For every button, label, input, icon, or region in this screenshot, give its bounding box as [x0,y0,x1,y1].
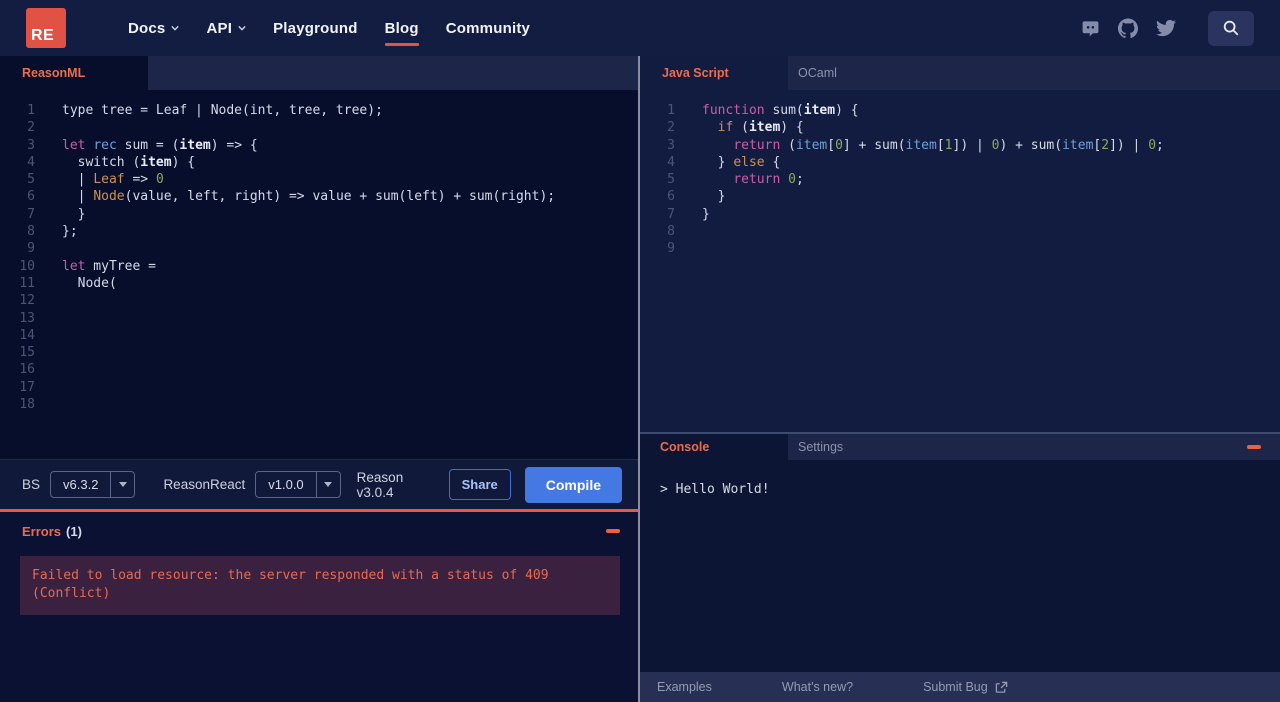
nav-item-community[interactable]: Community [446,20,530,37]
console-output: > Hello World! [640,460,1280,672]
nav-links: Docs API Playground Blog Community [128,20,530,46]
discord-icon[interactable] [1080,18,1100,38]
code-line: 1 type tree = Leaf | Node(int, tree, tree… [27,103,383,118]
code-line: 17 [19,379,35,395]
code-line: 3 return (item[0] + sum(item[1]) | 0) + … [667,137,1164,153]
nav-item-playground[interactable]: Playground [273,20,358,37]
compile-button[interactable]: Compile [524,466,622,503]
bs-version-select[interactable]: v6.3.2 [50,471,136,498]
code-line: 3 let rec sum = (item) => { [27,137,258,153]
tab-console[interactable]: Console [640,434,788,460]
errors-title: Errors [22,523,62,539]
chevron-down-icon [315,472,340,497]
code-line: 8 [667,224,675,240]
logo-text: RE [31,27,55,44]
reasonreact-version-select[interactable]: v1.0.0 [255,471,341,498]
nav-item-blog[interactable]: Blog [384,20,419,46]
code-line: 14 [19,327,35,343]
errors-count: (1) [66,523,82,539]
collapse-errors-icon[interactable] [606,529,620,533]
tab-javascript[interactable]: Java Script [640,56,788,90]
external-link-icon [995,681,1007,693]
tab-ocaml[interactable]: OCaml [788,56,847,90]
reason-logo[interactable]: RE [26,8,66,48]
code-line: 10 let myTree = [19,258,156,274]
code-line: 2 [27,120,35,136]
reasonreact-label: ReasonReact [163,477,246,492]
reason-version-text: Reason v3.0.4 [356,469,404,500]
code-line: 13 [19,310,35,326]
code-line: 8}; [27,224,78,240]
code-line: 6 } [667,189,726,205]
code-line: 7 } [27,206,86,222]
share-button[interactable]: Share [448,469,511,500]
tab-settings[interactable]: Settings [788,434,853,460]
chevron-down-icon [171,25,180,31]
footer-links: Examples What's new? Submit Bug [640,672,1280,702]
code-line: 6 | Node (value, left, right) => value + … [27,189,556,205]
errors-section: Errors (1) Failed to load resource: the … [0,509,638,702]
chevron-down-icon [238,25,246,31]
code-line: 5 | Leaf => 0 [27,172,164,188]
editor-toolbar: BS v6.3.2 ReasonReact v1.0.0 Reason v3.0… [0,459,638,509]
code-line: 4 switch (item) { [27,154,196,170]
code-line: 2 if (item) { [667,120,804,136]
output-panel: Java Script OCaml 1 function sum(item) { 2… [640,56,1280,702]
nav-item-docs[interactable]: Docs [128,20,180,37]
code-line: 5 return 0; [667,172,804,188]
main-area: ReasonML 1 type tree = Leaf | Node(int, t… [0,56,1280,702]
console-tabbar: Console Settings [640,432,1280,460]
chevron-down-icon [110,472,134,497]
navbar: RE Docs API Playground Blog Community [0,0,1280,56]
code-line: 9 [667,241,675,257]
examples-link[interactable]: Examples [657,680,712,694]
javascript-output-editor[interactable]: 1 function sum(item) { 2 if (item) {3 retu… [640,90,1280,432]
whats-new-link[interactable]: What's new? [782,680,853,694]
code-line: 9 [27,241,35,257]
nav-item-api[interactable]: API [206,20,246,37]
bs-label: BS [22,477,41,492]
left-tabbar: ReasonML [0,56,638,90]
search-button[interactable] [1208,10,1254,46]
collapse-console-icon[interactable] [1247,445,1261,449]
twitter-icon[interactable] [1156,18,1176,38]
error-message: Failed to load resource: the server resp… [20,556,620,615]
github-icon[interactable] [1118,18,1138,38]
code-line: 4 } else { [667,154,781,170]
submit-bug-link[interactable]: Submit Bug [923,680,1008,694]
reason-editor-panel: ReasonML 1 type tree = Leaf | Node(int, t… [0,56,638,702]
reason-code-editor[interactable]: 1 type tree = Leaf | Node(int, tree, tree… [0,90,638,459]
code-line: 18 [19,397,35,413]
nav-right-icons [1080,10,1254,46]
code-line: 1 function sum(item) { [667,103,859,118]
tab-reasonml[interactable]: ReasonML [0,56,148,90]
errors-header: Errors (1) [0,512,638,550]
code-line: 16 [19,362,35,378]
code-line: 15 [19,345,35,361]
code-line: 12 [19,293,35,309]
right-tabbar: Java Script OCaml [640,56,1280,90]
console-log-line: > Hello World! [660,482,770,497]
search-icon [1223,20,1239,36]
code-line: 11 Node( [19,275,117,291]
code-line: 7} [667,206,710,222]
